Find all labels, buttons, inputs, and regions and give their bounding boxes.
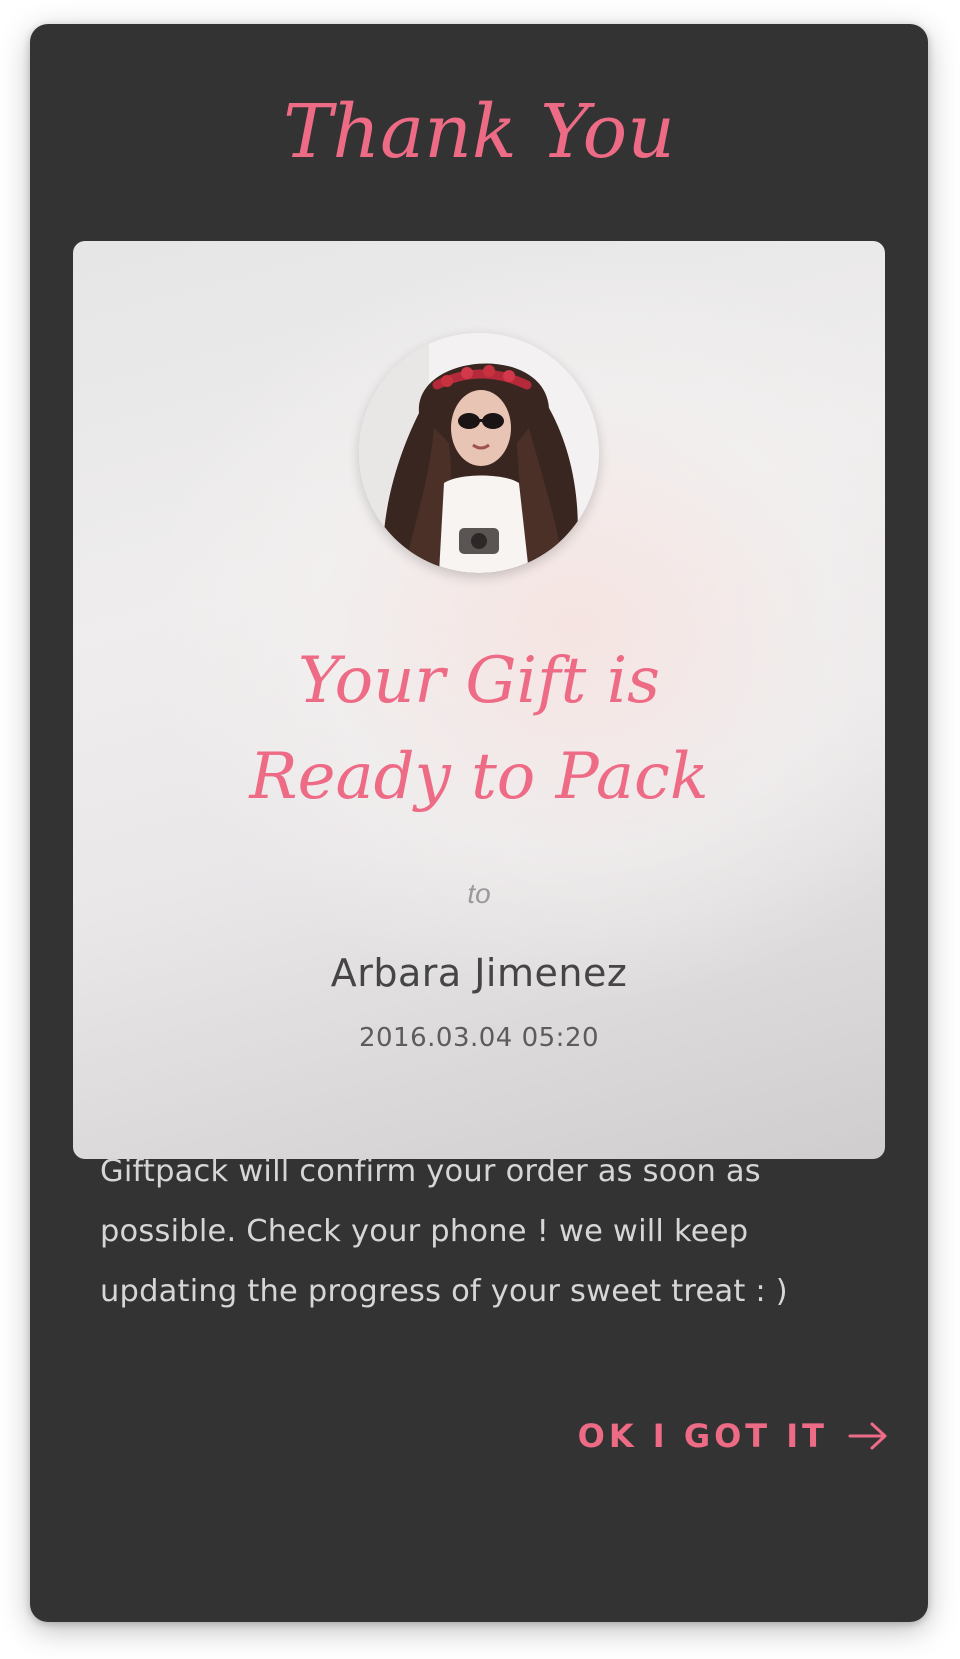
thank-you-dialog: Thank You Your Gift is Ready to Pack to … xyxy=(30,24,928,1622)
recipient-name: Arbara Jimenez xyxy=(330,951,628,995)
ok-got-it-button[interactable]: OK I GOT IT xyxy=(578,1406,888,1466)
headline-line-1: Your Gift is xyxy=(297,644,661,718)
gift-card: Your Gift is Ready to Pack to Arbara Jim… xyxy=(73,241,885,1159)
gift-ready-headline: Your Gift is Ready to Pack xyxy=(73,633,885,825)
avatar-photo-icon xyxy=(359,333,599,573)
confirmation-message: Giftpack will confirm your order as soon… xyxy=(100,1154,788,1309)
dialog-title: Thank You xyxy=(283,89,675,175)
headline-line-2: Ready to Pack xyxy=(249,740,709,814)
order-timestamp: 2016.03.04 05:20 xyxy=(358,1023,600,1053)
arrow-right-icon xyxy=(848,1421,888,1451)
ok-got-it-label: OK I GOT IT xyxy=(577,1417,828,1455)
to-label: to xyxy=(467,878,491,909)
recipient-avatar xyxy=(359,333,599,573)
